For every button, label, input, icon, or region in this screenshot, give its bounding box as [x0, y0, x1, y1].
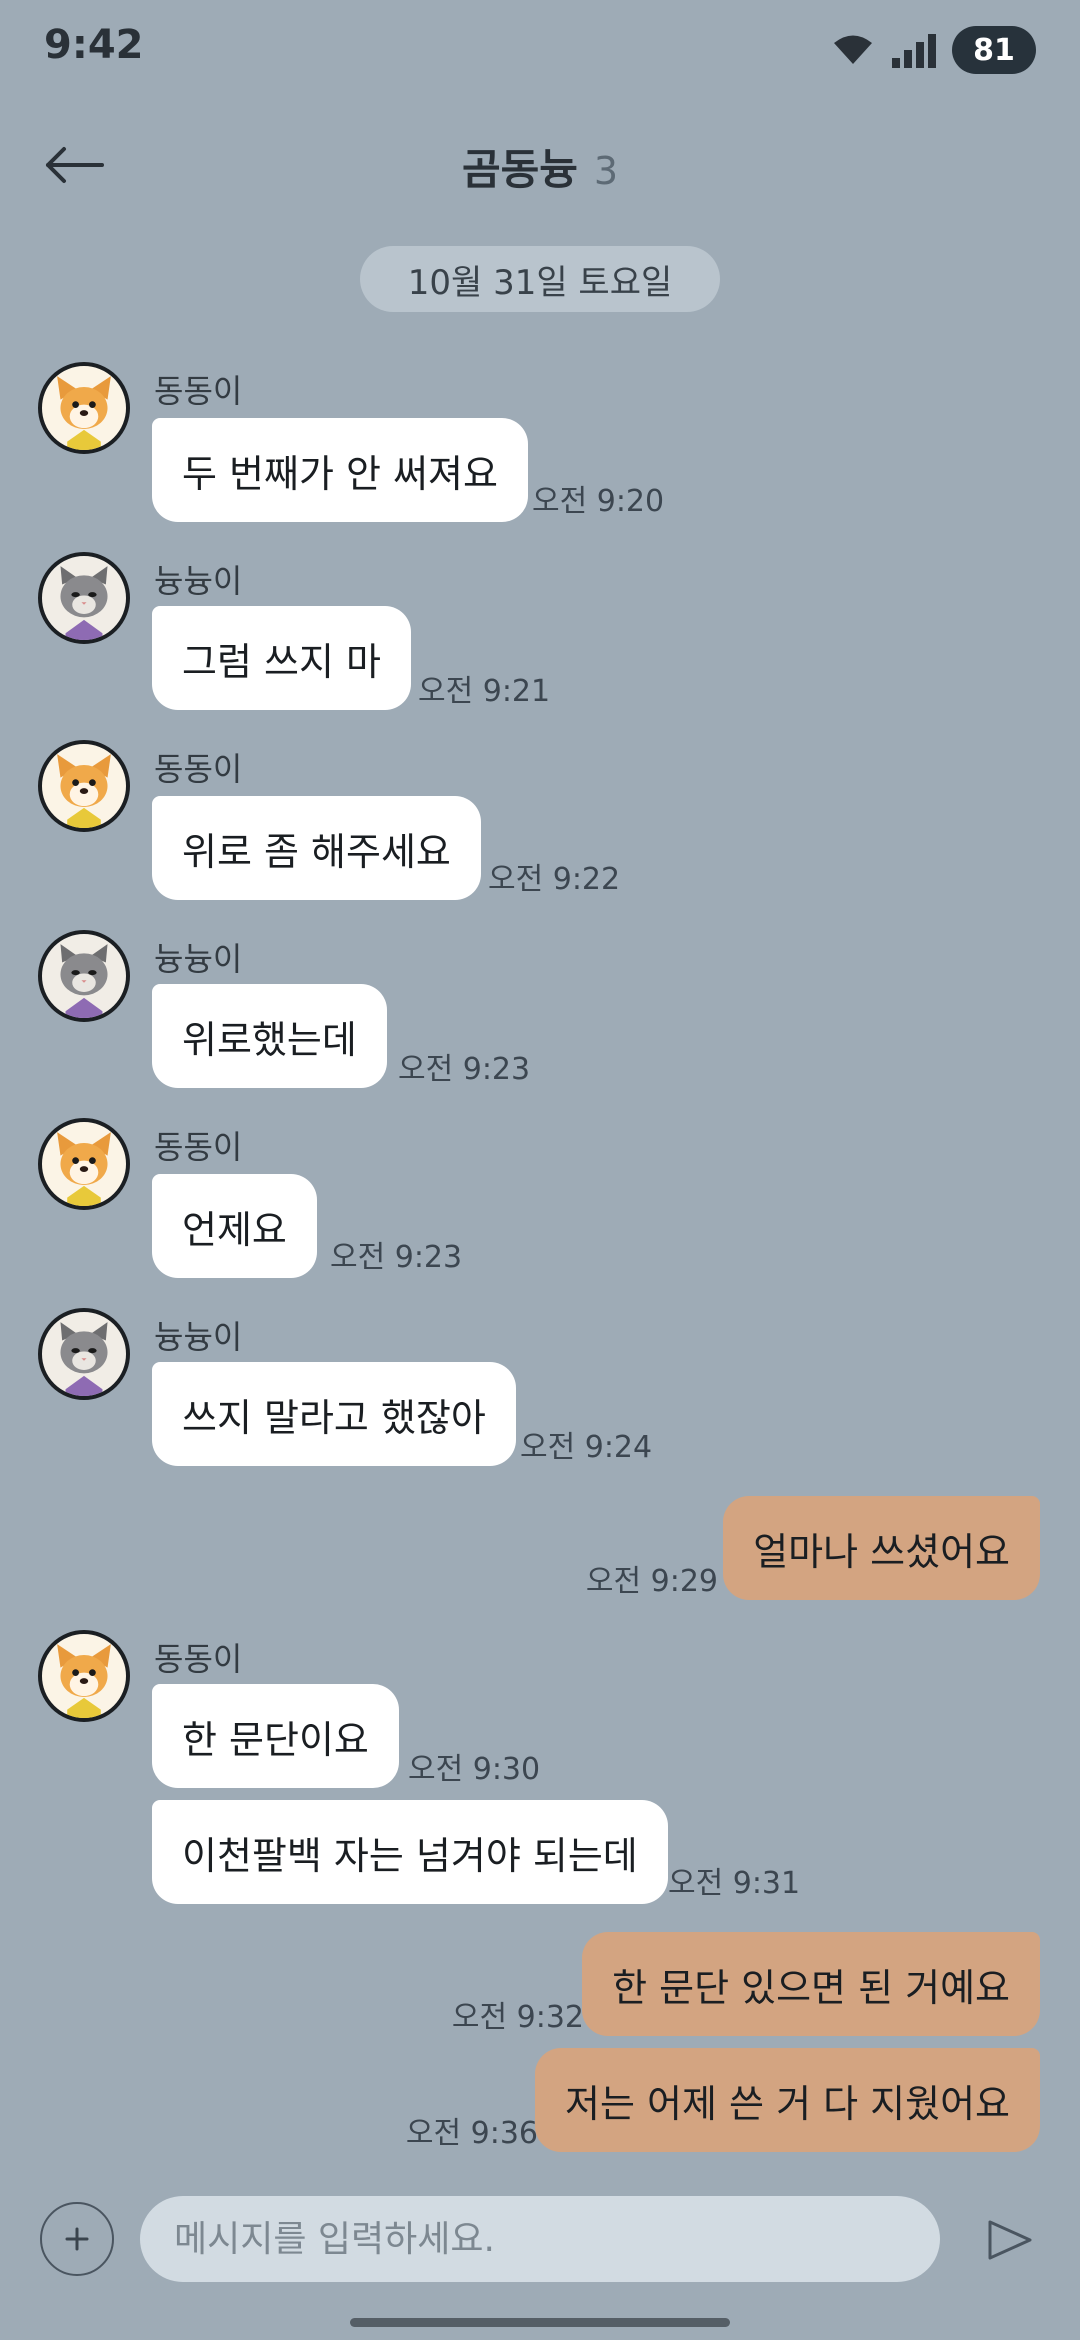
sender-name: 늉늉이: [154, 1318, 243, 1356]
message-time: 오전 9:31: [668, 1866, 801, 1901]
cat-avatar[interactable]: [38, 930, 130, 1022]
sender-name: 동동이: [154, 1640, 243, 1678]
dog-face-icon: [57, 754, 111, 828]
message-composer: [0, 2186, 1080, 2296]
dog-face-icon: [57, 1132, 111, 1206]
dog-avatar[interactable]: [38, 362, 130, 454]
message-bubble[interactable]: 언제요: [152, 1174, 317, 1278]
chat-title-group: 곰동늉 3: [0, 136, 1080, 197]
message-bubble[interactable]: 두 번째가 안 써져요: [152, 418, 528, 522]
message-bubble[interactable]: 위로 좀 해주세요: [152, 796, 481, 900]
message-time: 오전 9:29: [585, 1564, 718, 1599]
cat-face-icon: [60, 1322, 108, 1396]
sender-name: 동동이: [154, 750, 243, 788]
wifi-icon: [834, 35, 872, 64]
chat-title: 곰동늉: [461, 145, 578, 194]
message-bubble[interactable]: 그럼 쓰지 마: [152, 606, 411, 710]
dog-face-icon: [57, 376, 111, 450]
message-time: 오전 9:22: [488, 862, 621, 897]
message-time: 오전 9:23: [398, 1052, 531, 1087]
member-count: 3: [593, 149, 619, 193]
message-bubble[interactable]: 쓰지 말라고 했잖아: [152, 1362, 516, 1466]
dog-avatar[interactable]: [38, 1118, 130, 1210]
message-time: 오전 9:30: [408, 1752, 541, 1787]
send-button[interactable]: [976, 2208, 1040, 2272]
send-icon: [988, 2220, 1032, 2260]
dog-avatar[interactable]: [38, 740, 130, 832]
dog-face-icon: [57, 1644, 111, 1718]
add-attachment-button[interactable]: [40, 2202, 114, 2276]
cat-avatar[interactable]: [38, 552, 130, 644]
message-time: 오전 9:21: [418, 674, 551, 709]
cat-face-icon: [60, 944, 108, 1018]
my-message-bubble[interactable]: 저는 어제 쓴 거 다 지웠어요: [535, 2048, 1040, 2152]
date-divider: 10월 31일 토요일: [360, 246, 720, 312]
cat-face-icon: [60, 566, 108, 640]
message-time: 오전 9:20: [532, 484, 665, 519]
chat-header: 곰동늉 3: [0, 110, 1080, 220]
message-time: 오전 9:24: [520, 1430, 653, 1465]
dog-avatar[interactable]: [38, 1630, 130, 1722]
my-message-bubble[interactable]: 한 문단 있으면 된 거예요: [582, 1932, 1040, 2036]
message-time: 오전 9:36: [405, 2116, 538, 2151]
status-time: 9:42: [44, 22, 144, 68]
cat-avatar[interactable]: [38, 1308, 130, 1400]
signal-icon: [892, 34, 936, 68]
message-bubble[interactable]: 위로했는데: [152, 984, 387, 1088]
sender-name: 동동이: [154, 372, 243, 410]
home-indicator[interactable]: [350, 2318, 730, 2327]
plus-icon: [65, 2227, 89, 2251]
message-bubble[interactable]: 이천팔백 자는 넘겨야 되는데: [152, 1800, 668, 1904]
message-input[interactable]: [140, 2196, 940, 2282]
message-time: 오전 9:23: [330, 1240, 463, 1275]
battery-indicator: 81: [952, 26, 1036, 74]
message-time: 오전 9:32: [451, 2000, 584, 2035]
sender-name: 동동이: [154, 1128, 243, 1166]
sender-name: 늉늉이: [154, 940, 243, 978]
my-message-bubble[interactable]: 얼마나 쓰셨어요: [723, 1496, 1040, 1600]
message-bubble[interactable]: 한 문단이요: [152, 1684, 399, 1788]
status-bar: 9:42 81: [0, 0, 1080, 100]
sender-name: 늉늉이: [154, 562, 243, 600]
